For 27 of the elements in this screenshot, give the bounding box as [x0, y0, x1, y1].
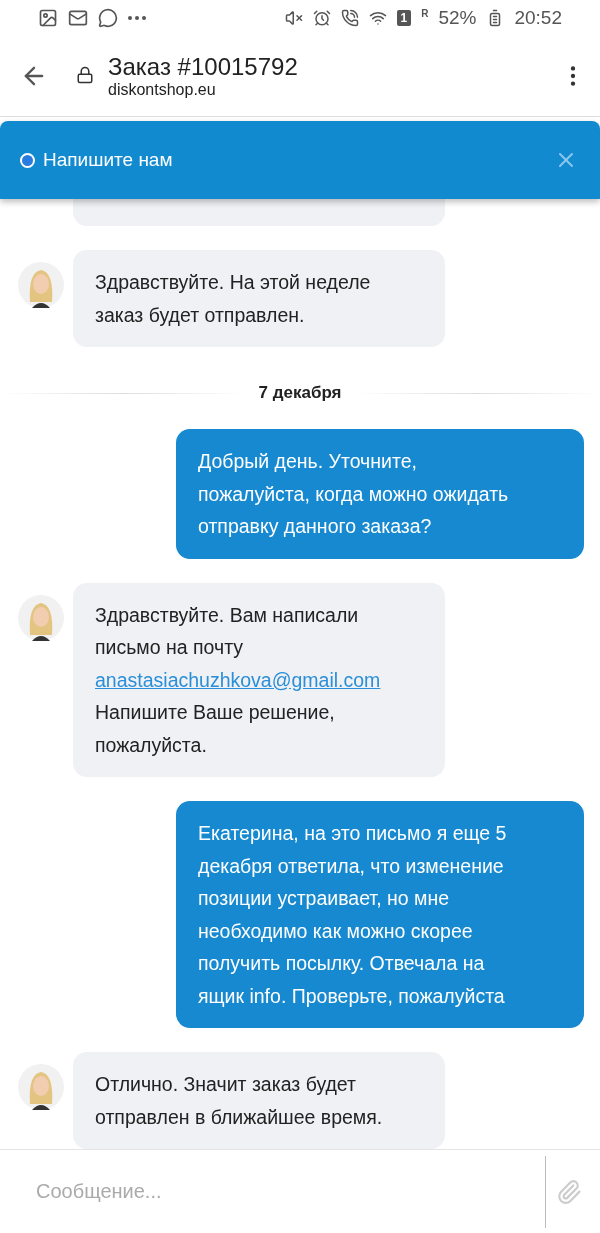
battery-percent: 52%: [438, 7, 477, 29]
chat-title: Напишите нам: [43, 149, 174, 171]
message-text: Здравствуйте. Вам написали письмо на почту: [95, 603, 359, 658]
mute-icon: [284, 9, 303, 27]
image-icon: [38, 8, 58, 28]
avatar-icon: [18, 262, 64, 308]
lock-icon: [76, 66, 94, 84]
message-bubble: Здравствуйте. На этой неделе заказ будет отправлен.: [73, 250, 445, 347]
alarm-icon: [312, 9, 331, 27]
avatar-icon: [18, 1064, 64, 1110]
message-bubble: Добрый день. Уточните, пожалуйста, когда можно ожидать отправку данного заказа?: [176, 429, 584, 559]
date-separator: 7 декабря: [258, 383, 342, 403]
mail-icon: [68, 8, 88, 28]
page-url: diskontshop.eu: [108, 81, 217, 99]
message-bubble: Екатерина, на это письмо я еще 5 декабря ответила, что изменение позиции устраивает, но мне необходимо как можно скорее получить посылку. Отвечала на ящик info. Проверьте, пожалуйста: [176, 801, 584, 1028]
more-icon: [128, 16, 146, 20]
email-link[interactable]: anastasiachuzhkova@gmail.com: [95, 663, 423, 696]
chat-icon: [98, 8, 118, 28]
avatar-icon: [18, 594, 64, 641]
clock: 20:52: [514, 7, 562, 29]
roaming-label: R: [421, 8, 429, 19]
message-text: Напишите Ваше решение, пожалуйста.: [95, 701, 335, 756]
wifi-icon: [368, 9, 387, 27]
call-icon: [340, 9, 359, 27]
sim-badge: 1: [396, 10, 412, 26]
page-title: Заказ #10015792: [108, 53, 299, 81]
message-bubble: Отлично. Значит заказ будет отправлен в ближайшее время.: [73, 1052, 445, 1149]
